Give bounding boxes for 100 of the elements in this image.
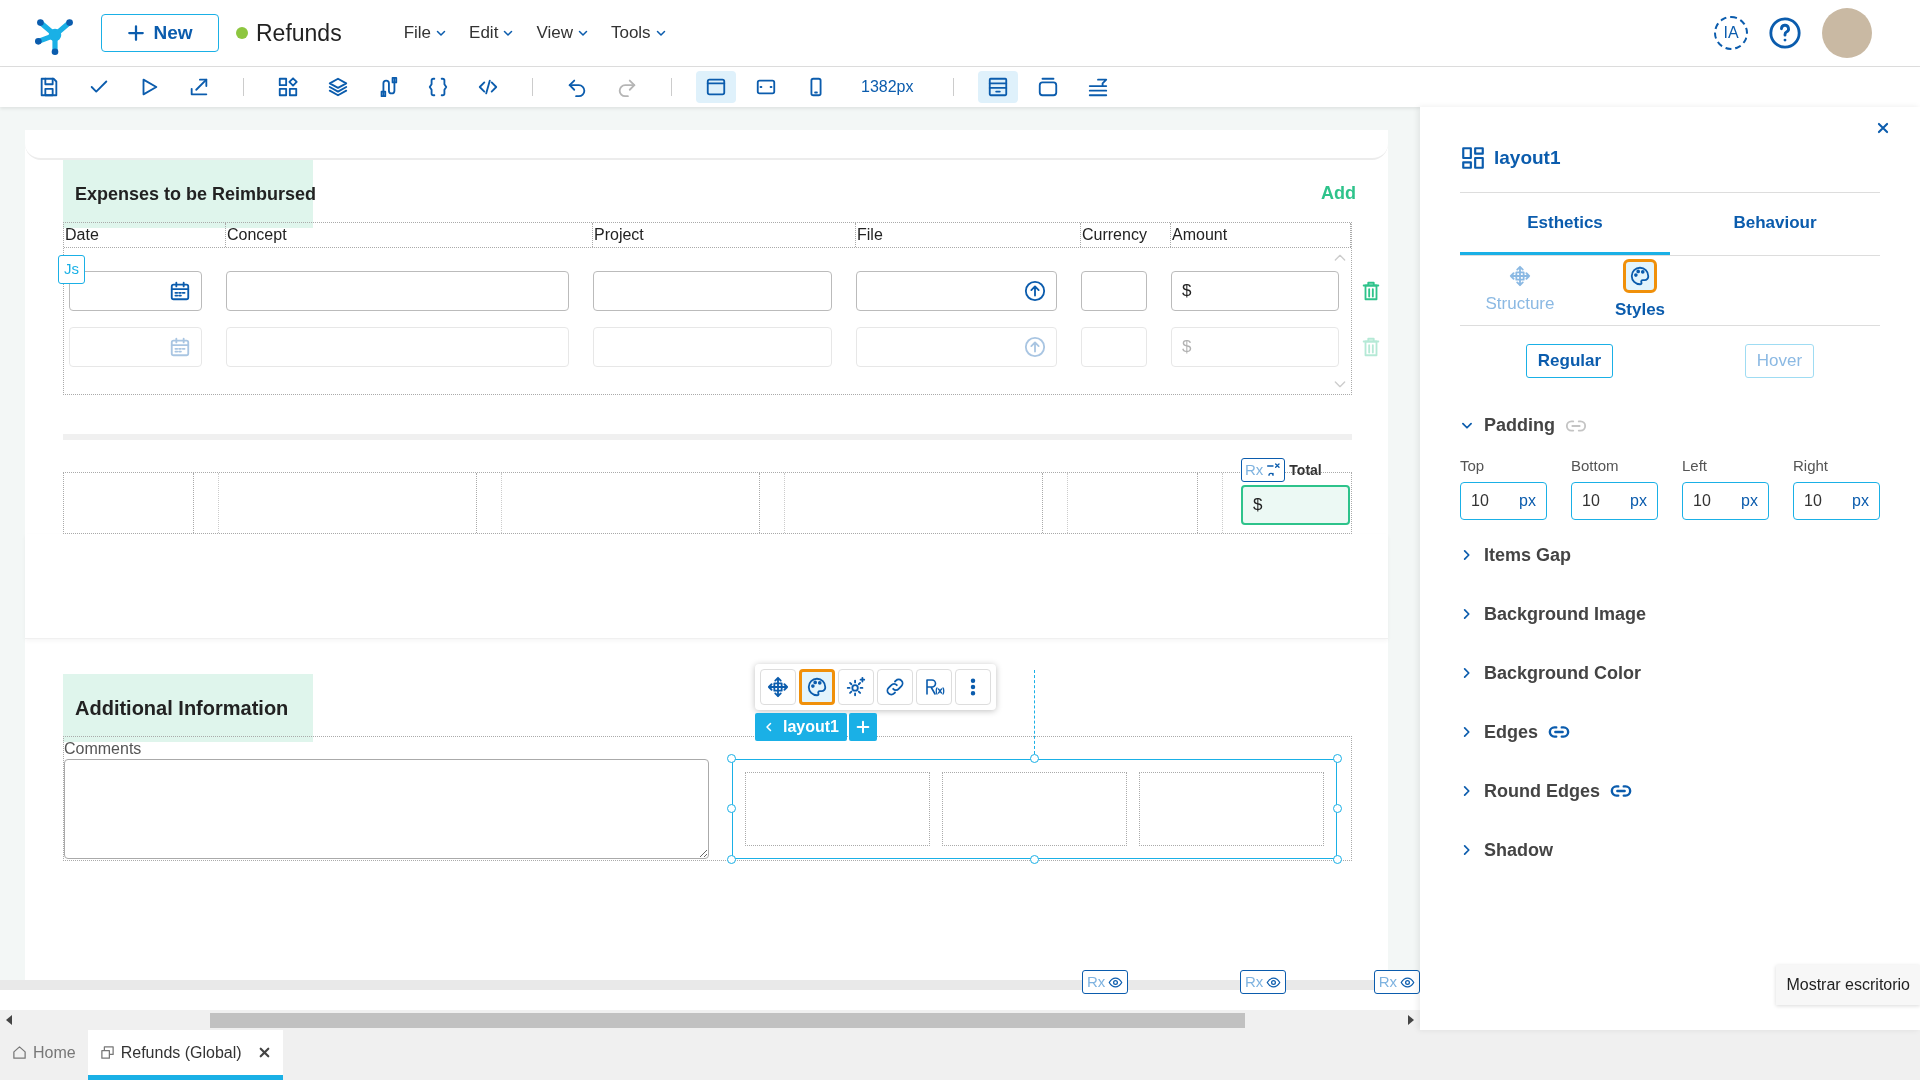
avatar[interactable] [1822, 8, 1872, 58]
column-header: Currency [1081, 223, 1171, 247]
project-field[interactable] [593, 271, 832, 311]
amount-field[interactable]: $ [1171, 271, 1339, 311]
padding-field[interactable]: 10 px [1793, 481, 1880, 520]
trash-icon[interactable] [1360, 280, 1382, 302]
section-header[interactable]: Background Image [1460, 584, 1880, 644]
desktop-view-button[interactable] [696, 71, 736, 103]
section-title: Expenses to be Reimbursed [63, 160, 313, 228]
resize-handle[interactable] [1333, 804, 1342, 813]
bottom-tab[interactable]: Refunds (Global) [87, 1030, 283, 1080]
section-header[interactable]: Background Color [1460, 643, 1880, 703]
state-button[interactable]: Regular [1525, 344, 1614, 378]
panel-title: layout1 [1494, 145, 1561, 170]
move-button[interactable] [760, 669, 796, 705]
desktop-view-icon [705, 76, 727, 98]
resize-handle[interactable] [1333, 754, 1342, 763]
column-header: File [856, 223, 1081, 247]
menu-item[interactable]: View [536, 20, 589, 46]
column-header: Concept [226, 223, 593, 247]
gear-button[interactable] [838, 669, 874, 705]
column-header: Amount [1171, 223, 1351, 247]
palette-icon [806, 676, 828, 698]
comments-field[interactable] [64, 759, 709, 859]
close-icon[interactable] [257, 1046, 271, 1059]
layout-cell[interactable] [1139, 772, 1324, 846]
move-icon [767, 676, 789, 698]
resize-handle[interactable] [727, 855, 736, 864]
width-label: 1382px [861, 77, 914, 97]
clear-format-icon [1265, 462, 1282, 478]
section-header[interactable]: Round Edges [1460, 761, 1880, 821]
resize-handle[interactable] [727, 754, 736, 763]
trash-icon[interactable] [1360, 336, 1382, 358]
concept-field[interactable] [226, 271, 569, 311]
export-icon [188, 76, 210, 98]
scrollbar-thumb[interactable] [210, 1012, 1245, 1028]
resize-handle[interactable] [1030, 855, 1039, 864]
plus-icon [855, 719, 871, 735]
new-button[interactable]: New [101, 14, 219, 52]
field-label: Bottom [1571, 456, 1620, 476]
column-header: Project [593, 223, 856, 247]
section-title: Additional Information [63, 674, 313, 742]
palette-icon [1629, 264, 1651, 287]
layout-cell[interactable] [745, 772, 930, 846]
layout-icon [986, 76, 1009, 98]
eye-icon [1266, 974, 1282, 990]
menu-item[interactable]: Edit [469, 20, 515, 46]
section-header[interactable]: Items Gap [1460, 525, 1880, 585]
upload-icon[interactable] [1024, 280, 1046, 302]
padding-field[interactable]: 10 px [1571, 481, 1658, 520]
selected-layout[interactable] [732, 759, 1337, 859]
section-header[interactable]: Padding [1460, 396, 1880, 455]
section-header[interactable]: Shadow [1460, 820, 1880, 880]
section-header[interactable]: Edges [1460, 702, 1880, 762]
total-field[interactable]: $ [1241, 485, 1350, 525]
padding-field[interactable]: 10 px [1460, 481, 1547, 520]
frame-icon [1036, 76, 1059, 98]
add-button[interactable] [849, 713, 877, 741]
field-label: Comments [64, 739, 143, 759]
panel-tab[interactable]: Esthetics [1460, 193, 1670, 255]
more-icon [970, 678, 976, 696]
menu-item[interactable]: Tools [610, 20, 667, 46]
close-icon[interactable] [1876, 121, 1890, 135]
resize-handle[interactable] [727, 804, 736, 813]
help-icon[interactable] [1768, 16, 1802, 50]
layout-icon [1460, 145, 1486, 171]
layout-cell[interactable] [942, 772, 1127, 846]
calendar-icon[interactable] [169, 280, 191, 302]
document-icon [99, 1045, 115, 1060]
gear-icon [845, 676, 867, 698]
resize-handle[interactable] [1333, 855, 1342, 864]
save-icon [38, 76, 60, 98]
layers-icon [327, 76, 349, 98]
widgets-icon [277, 76, 299, 98]
tooltip: Mostrar escritorio [1776, 965, 1920, 1005]
eye-icon [1108, 974, 1124, 990]
palette-button[interactable] [799, 669, 835, 705]
braces-icon [427, 76, 449, 98]
currency-field[interactable] [1081, 271, 1147, 311]
layout-button[interactable] [977, 71, 1018, 103]
subtab[interactable]: Styles [1580, 256, 1700, 325]
ai-button[interactable]: IA [1714, 16, 1748, 50]
eye-icon [1400, 974, 1415, 990]
resize-handle[interactable] [1030, 754, 1039, 763]
filter-icon [1086, 76, 1109, 98]
document-title: Refunds [256, 18, 342, 48]
plus-icon [127, 24, 146, 42]
link-button[interactable] [877, 669, 913, 705]
link-icon [884, 676, 906, 698]
column-header: Date [64, 223, 226, 247]
field-label: Right [1793, 456, 1830, 476]
panel-tab[interactable]: Behaviour [1670, 193, 1880, 255]
expression-button[interactable] [916, 669, 952, 705]
menu-item[interactable]: File [403, 20, 448, 46]
more-button[interactable] [955, 669, 991, 705]
field-label: Left [1682, 456, 1709, 476]
padding-field[interactable]: 10 px [1682, 481, 1769, 520]
bottom-tab[interactable]: Home [0, 1030, 88, 1080]
total-label: Total [1289, 460, 1322, 480]
file-field[interactable] [856, 271, 1057, 311]
